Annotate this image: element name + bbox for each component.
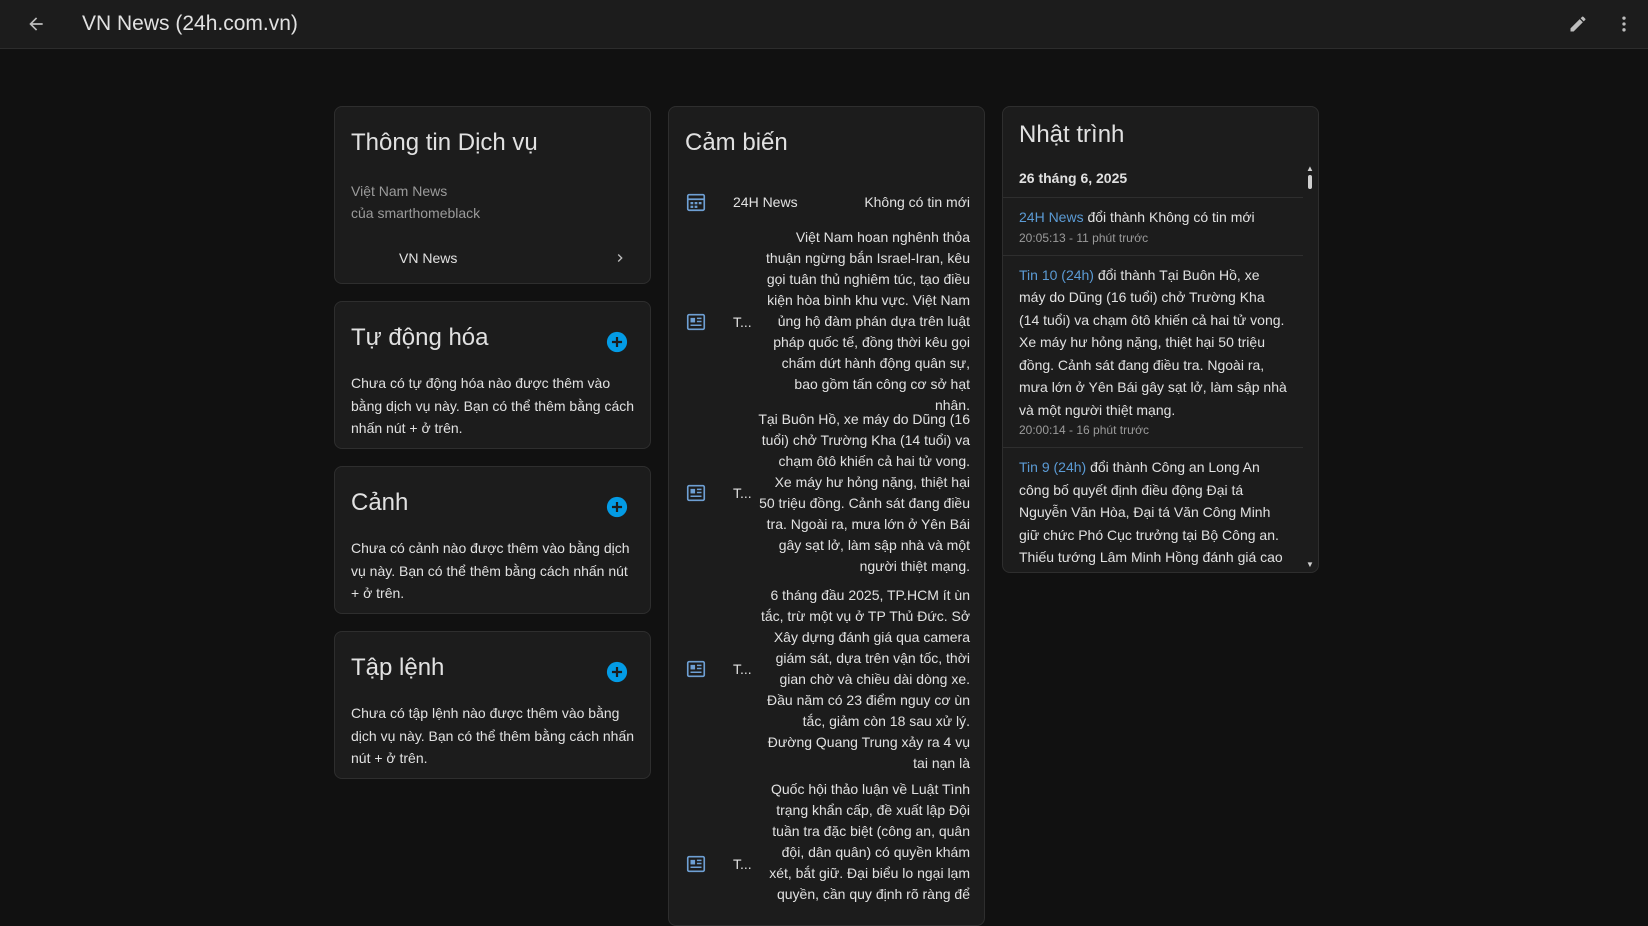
script-card: Tập lệnh Chưa có tập lệnh nào được thêm …: [334, 631, 651, 779]
automation-title: Tự động hóa: [351, 324, 489, 351]
service-name: Việt Nam News: [351, 183, 448, 199]
sensor-name: 24H News: [733, 194, 798, 210]
newspaper-icon: [685, 853, 707, 875]
sensor-name: T...: [733, 485, 752, 501]
logbook-date: 26 tháng 6, 2025: [1019, 170, 1128, 186]
add-scene-plus-icon[interactable]: [606, 496, 628, 518]
sensor-state: Tại Buôn Hồ, xe máy do Dũng (16 tuổi) ch…: [758, 411, 970, 574]
sensor-state: 6 tháng đầu 2025, TP.HCM ít ùn tắc, trừ …: [760, 587, 970, 771]
sensor-state: Không có tin mới: [864, 194, 970, 210]
sensors-card: Cảm biến 24H News Không có tin mới T... …: [668, 106, 985, 926]
log-time: 20:05:13 - 11 phút trước: [1019, 230, 1149, 245]
add-script-plus-icon[interactable]: [606, 661, 628, 683]
chevron-right-icon: [612, 250, 628, 271]
scene-description: Chưa có cảnh nào được thêm vào bằng dịch…: [351, 540, 630, 601]
sensor-name: T...: [733, 314, 752, 330]
log-entry: Tin 10 (24h) đổi thành Tại Buôn Hồ, xe m…: [1003, 254, 1303, 448]
automation-card: Tự động hóa Chưa có tự động hóa nào được…: [334, 301, 651, 449]
log-entry: 24H News đổi thành Không có tin mới 20:0…: [1003, 197, 1303, 255]
logbook-scroll-area[interactable]: 24H News đổi thành Không có tin mới 20:0…: [1003, 197, 1303, 567]
scrollbar-thumb[interactable]: [1308, 175, 1312, 189]
newspaper-icon: [685, 482, 707, 504]
log-entity-link[interactable]: Tin 10 (24h): [1019, 267, 1094, 283]
service-info-title: Thông tin Dịch vụ: [351, 129, 538, 156]
more-vert-icon[interactable]: [1612, 12, 1636, 36]
script-title: Tập lệnh: [351, 654, 445, 681]
page-title: VN News (24h.com.vn): [82, 12, 298, 35]
sensors-title: Cảm biến: [685, 129, 788, 156]
sensor-state: Quốc hội thảo luận về Luật Tình trạng kh…: [769, 781, 970, 902]
sensor-row[interactable]: T... Tại Buôn Hồ, xe máy do Dũng (16 tuổ…: [669, 409, 984, 575]
add-automation-plus-icon[interactable]: [606, 331, 628, 353]
scroll-down-arrow-icon[interactable]: ▼: [1306, 561, 1314, 569]
log-entry: Tin 9 (24h) đổi thành Công an Long An cô…: [1003, 447, 1303, 567]
log-time: 20:00:14 - 16 phút trước: [1019, 423, 1149, 437]
logbook-title: Nhật trình: [1019, 121, 1125, 148]
script-description: Chưa có tập lệnh nào được thêm vào bằng …: [351, 705, 635, 766]
edit-pencil-icon[interactable]: [1566, 12, 1590, 36]
device-link[interactable]: VN News: [335, 233, 650, 283]
top-app-bar: VN News (24h.com.vn): [0, 0, 1648, 49]
sensor-name: T...: [733, 661, 752, 677]
sensor-row[interactable]: T... 6 tháng đầu 2025, TP.HCM ít ùn tắc,…: [669, 585, 984, 771]
scene-card: Cảnh Chưa có cảnh nào được thêm vào bằng…: [334, 466, 651, 614]
sensor-row[interactable]: 24H News Không có tin mới: [669, 183, 984, 223]
sensor-row[interactable]: T... Quốc hội thảo luận về Luật Tình trạ…: [669, 761, 984, 925]
log-entity-link[interactable]: Tin 9 (24h): [1019, 459, 1086, 475]
automation-description: Chưa có tự động hóa nào được thêm vào bằ…: [351, 375, 635, 436]
log-message: đổi thành Tại Buôn Hồ, xe máy do Dũng (1…: [1019, 266, 1287, 418]
scene-title: Cảnh: [351, 489, 409, 516]
newspaper-icon: [685, 311, 707, 333]
service-info-card: Thông tin Dịch vụ Việt Nam News của smar…: [334, 106, 651, 284]
calendar-icon: [685, 191, 707, 213]
logbook-card: Nhật trình 26 tháng 6, 2025 24H News đổi…: [1002, 106, 1319, 573]
back-arrow-icon[interactable]: [24, 12, 48, 36]
scroll-up-arrow-icon[interactable]: ▲: [1306, 165, 1314, 173]
sensor-name: T...: [733, 856, 752, 872]
service-owner: của smarthomeblack: [351, 205, 481, 221]
log-entity-link[interactable]: 24H News: [1019, 209, 1084, 225]
newspaper-icon: [685, 658, 707, 680]
device-name: VN News: [399, 250, 458, 266]
logbook-scrollbar[interactable]: ▲ ▼: [1306, 165, 1314, 569]
sensor-row[interactable]: T... Việt Nam hoan nghênh thỏa thuận ngừ…: [669, 223, 984, 413]
log-message: đổi thành Công an Long An công bố quyết …: [1019, 459, 1283, 565]
sensor-state: Việt Nam hoan nghênh thỏa thuận ngừng bắ…: [766, 229, 970, 413]
log-message: đổi thành Không có tin mới: [1087, 209, 1255, 225]
